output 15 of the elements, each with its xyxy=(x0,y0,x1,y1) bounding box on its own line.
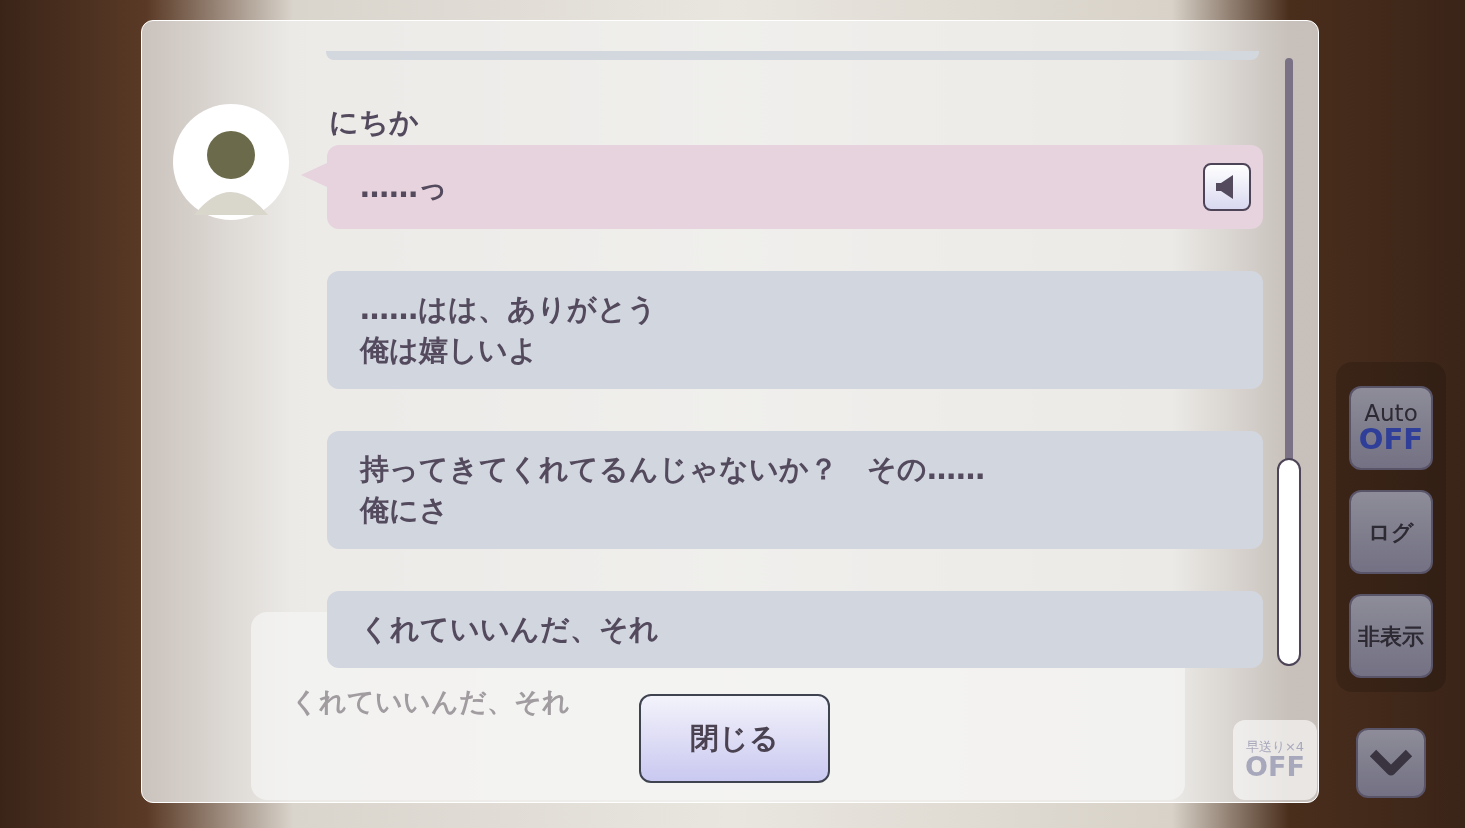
dialog-text: くれていいんだ、それ xyxy=(291,686,570,717)
menu-button[interactable]: 非表示 xyxy=(1349,594,1433,678)
message-text: ……はは、ありがとう 俺は嬉しいよ xyxy=(360,291,657,369)
close-button[interactable]: 閉じる xyxy=(639,694,830,783)
chevron-down-icon xyxy=(1369,749,1413,777)
avatar-icon xyxy=(172,103,290,221)
message-text: 持ってきてくれてるんじゃないか？ その…… 俺にさ xyxy=(360,451,985,529)
message-text: ……っ xyxy=(360,168,448,206)
auto-button[interactable]: Auto OFF xyxy=(1349,386,1433,470)
scrollbar-thumb[interactable] xyxy=(1277,458,1301,666)
speaker-name: にちか xyxy=(329,104,419,141)
collapse-button[interactable] xyxy=(1356,728,1426,798)
voice-play-button[interactable] xyxy=(1203,163,1251,211)
menu-button[interactable]: ログ xyxy=(1349,490,1433,574)
message-text: くれていいんだ、それ xyxy=(360,611,659,648)
